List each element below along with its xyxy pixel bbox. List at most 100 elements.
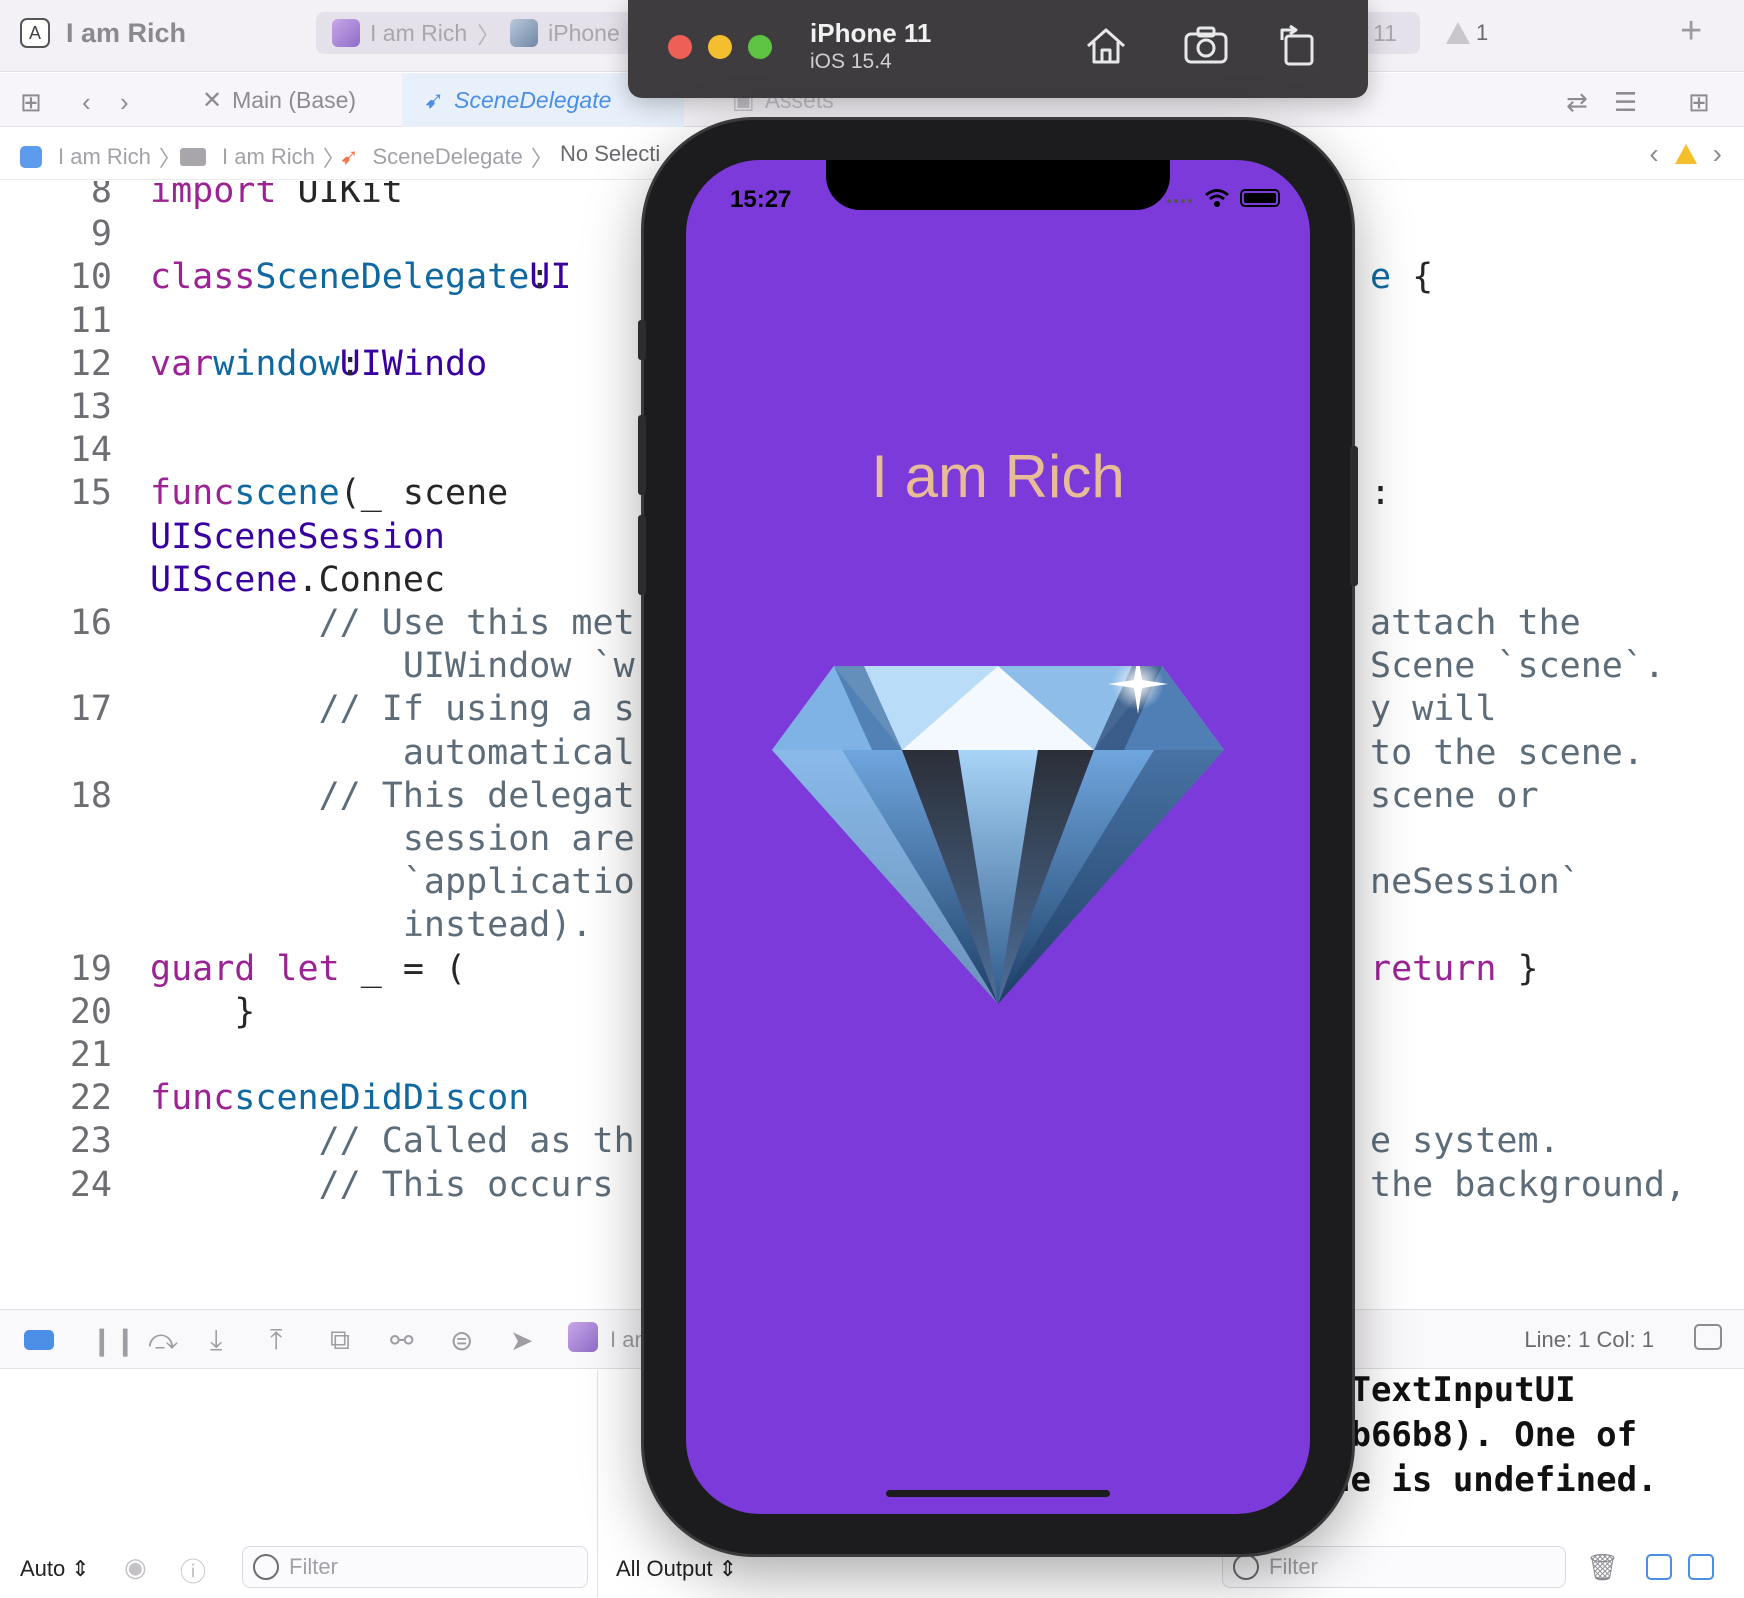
app-store-icon: A bbox=[20, 18, 50, 48]
forward-arrow-icon[interactable]: › bbox=[120, 87, 129, 118]
breadcrumb-group[interactable]: I am Rich 〉 bbox=[180, 141, 345, 173]
filter-icon bbox=[253, 1554, 279, 1580]
warning-icon[interactable] bbox=[1674, 144, 1697, 164]
scheme-target-label: I am Rich bbox=[370, 19, 468, 46]
process-icon bbox=[568, 1322, 598, 1352]
related-items-icon[interactable]: ⊞ bbox=[20, 87, 42, 118]
simulator-device-name: iPhone 11 bbox=[810, 18, 932, 48]
next-issue-icon[interactable]: › bbox=[1713, 138, 1722, 170]
simulate-location-icon[interactable]: ➤ bbox=[510, 1324, 533, 1357]
line-number: 13 bbox=[69, 387, 112, 427]
code-token: // This delegat bbox=[150, 775, 635, 816]
eye-icon[interactable]: ◉ bbox=[124, 1552, 147, 1583]
swift-file-icon: ➹ bbox=[340, 144, 359, 169]
console-filter-field[interactable]: Filter bbox=[1222, 1546, 1566, 1588]
environment-overrides-icon[interactable]: ⊜ bbox=[450, 1324, 473, 1357]
warning-count: 1 bbox=[1476, 20, 1489, 45]
back-arrow-icon[interactable]: ‹ bbox=[82, 87, 91, 118]
code-text: // If using a s bbox=[150, 689, 635, 729]
code-token: Scene `scene`. bbox=[1370, 646, 1666, 687]
breadcrumb-chevron-icon: 〉 bbox=[477, 22, 501, 48]
code-token: to the scene. bbox=[1370, 732, 1644, 773]
code-text: func scene (_ scene bbox=[150, 473, 508, 513]
home-indicator[interactable] bbox=[886, 1490, 1110, 1497]
scheme-selector[interactable]: I am Rich 〉 iPhone 1 bbox=[316, 12, 656, 54]
trash-icon[interactable]: 🗑 bbox=[1586, 1552, 1619, 1583]
code-token: return bbox=[1370, 948, 1497, 989]
code-text: // This delegat bbox=[150, 776, 635, 816]
editor-options-icon[interactable]: ☰ bbox=[1614, 87, 1637, 118]
code-token: SceneDelegate bbox=[255, 257, 530, 298]
step-into-icon[interactable]: ⤓ bbox=[210, 1324, 222, 1357]
warning-indicator[interactable]: 1 bbox=[1446, 20, 1488, 46]
code-token: { bbox=[1391, 257, 1434, 298]
info-icon[interactable]: ⓘ bbox=[180, 1552, 206, 1589]
code-text-right: e system. bbox=[1370, 1121, 1560, 1161]
line-number: 10 bbox=[69, 257, 112, 298]
add-editor-icon[interactable]: ⊞ bbox=[1688, 87, 1710, 118]
minimize-button[interactable] bbox=[708, 35, 732, 59]
interface-builder-icon: ✕ bbox=[202, 86, 223, 114]
view-hierarchy-icon[interactable]: ⧉ bbox=[330, 1324, 350, 1357]
code-token: // This occurs bbox=[150, 1164, 614, 1205]
console-output-select[interactable]: All Output ⇕ bbox=[616, 1544, 737, 1594]
cursor-position: Line: 1 Col: 1 bbox=[1524, 1327, 1654, 1352]
swift-file-icon: ➹ bbox=[424, 86, 445, 114]
code-token: import bbox=[150, 181, 277, 211]
breadcrumb-chevron-icon: 〉 bbox=[530, 146, 553, 171]
line-number: 19 bbox=[69, 948, 112, 989]
panel-toggle-icon[interactable] bbox=[1694, 1324, 1722, 1350]
show-variables-icon[interactable] bbox=[1646, 1554, 1672, 1580]
folder-icon bbox=[180, 148, 206, 166]
diamond-image bbox=[772, 666, 1224, 1004]
code-text: // This occurs bbox=[150, 1165, 614, 1205]
simulator-os-version: iOS 15.4 bbox=[810, 50, 892, 73]
tab-label: SceneDelegate bbox=[454, 86, 612, 113]
code-text: // Use this met bbox=[150, 603, 635, 643]
zoom-button[interactable] bbox=[748, 35, 772, 59]
line-number: 8 bbox=[90, 181, 112, 211]
ring-switch bbox=[638, 320, 646, 360]
tab-main-base[interactable]: ✕ Main (Base) bbox=[180, 73, 400, 127]
memory-graph-icon[interactable]: ⚯ bbox=[390, 1324, 413, 1357]
variables-scope-select[interactable]: Auto ⇕ bbox=[20, 1544, 90, 1594]
breadcrumb-file[interactable]: ➹ SceneDelegate 〉 bbox=[340, 141, 553, 173]
chevron-updown-icon: ⇕ bbox=[71, 1556, 90, 1581]
hide-debug-area-toggle[interactable] bbox=[24, 1330, 54, 1350]
line-number: 11 bbox=[69, 300, 112, 341]
code-text: guard let _ = ( bbox=[150, 949, 466, 989]
code-token: session are bbox=[150, 819, 635, 859]
step-out-icon[interactable]: ⤒ bbox=[270, 1324, 282, 1357]
notch bbox=[826, 160, 1170, 210]
screenshot-icon[interactable] bbox=[1182, 22, 1230, 70]
code-token: y will bbox=[1370, 689, 1497, 730]
show-console-icon[interactable] bbox=[1688, 1554, 1714, 1580]
status-time: 15:27 bbox=[730, 186, 792, 213]
code-text: import UIKit bbox=[150, 181, 403, 211]
app-screen[interactable]: 15:27 I am Rich bbox=[686, 160, 1310, 1514]
breadcrumb-project[interactable]: I am Rich 〉 bbox=[20, 141, 181, 173]
battery-icon bbox=[1240, 189, 1280, 207]
code-text-right: Scene `scene`. bbox=[1370, 646, 1665, 686]
line-number: 9 bbox=[90, 214, 112, 255]
rotate-icon[interactable] bbox=[1274, 22, 1322, 70]
swap-arrows-icon[interactable]: ⇄ bbox=[1566, 87, 1588, 118]
code-text-right: the background, bbox=[1370, 1165, 1686, 1205]
code-text: UIWindow `w bbox=[150, 646, 635, 686]
home-icon[interactable] bbox=[1082, 22, 1130, 70]
variables-filter-field[interactable]: Filter bbox=[242, 1546, 588, 1588]
step-over-icon[interactable]: ⤼ bbox=[148, 1324, 178, 1357]
pause-icon[interactable]: ❙❙ bbox=[90, 1324, 137, 1357]
line-number: 15 bbox=[69, 473, 112, 514]
previous-issue-icon[interactable]: ‹ bbox=[1649, 138, 1658, 170]
breadcrumb-selection[interactable]: No Selecti bbox=[560, 141, 660, 167]
code-token: e bbox=[1370, 257, 1392, 298]
add-library-button[interactable]: + bbox=[1680, 10, 1702, 53]
close-button[interactable] bbox=[668, 35, 692, 59]
code-token: UIWindow `w bbox=[150, 646, 635, 687]
iphone-simulator: 15:27 I am Rich bbox=[638, 120, 1358, 1554]
